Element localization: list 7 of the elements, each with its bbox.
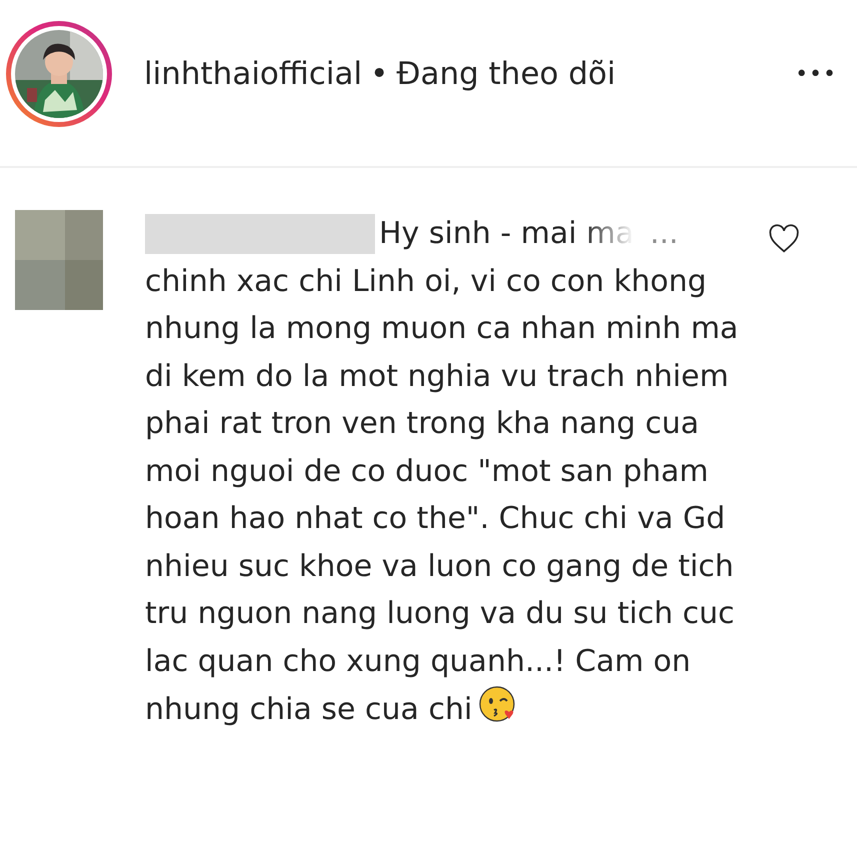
like-button[interactable] bbox=[767, 224, 801, 254]
more-options-button[interactable]: ••• bbox=[795, 58, 837, 90]
follow-status: Đang theo dõi bbox=[396, 54, 616, 94]
username-link[interactable]: linhthaiofficial bbox=[144, 50, 362, 98]
comment-preview: Hy sinh - mai ma bbox=[379, 215, 634, 253]
comment-text: chinh xac chi Linh oi, vi co con khong nhung la mong muon ca nhan minh ma di kem do la mot nghia vu trach nhiem phai rat tron ven trong kha nang cua moi nguoi de co duoc "mot san pham hoan hao nhat co the". Chuc chi va Gd nhieu suc khoe va luon co gang de tich tru nguon nang luong va du su tich cuc lac quan cho xung quanh...! Cam on nhung chia se cua chi bbox=[145, 262, 740, 729]
separator-dot: • bbox=[370, 54, 388, 94]
